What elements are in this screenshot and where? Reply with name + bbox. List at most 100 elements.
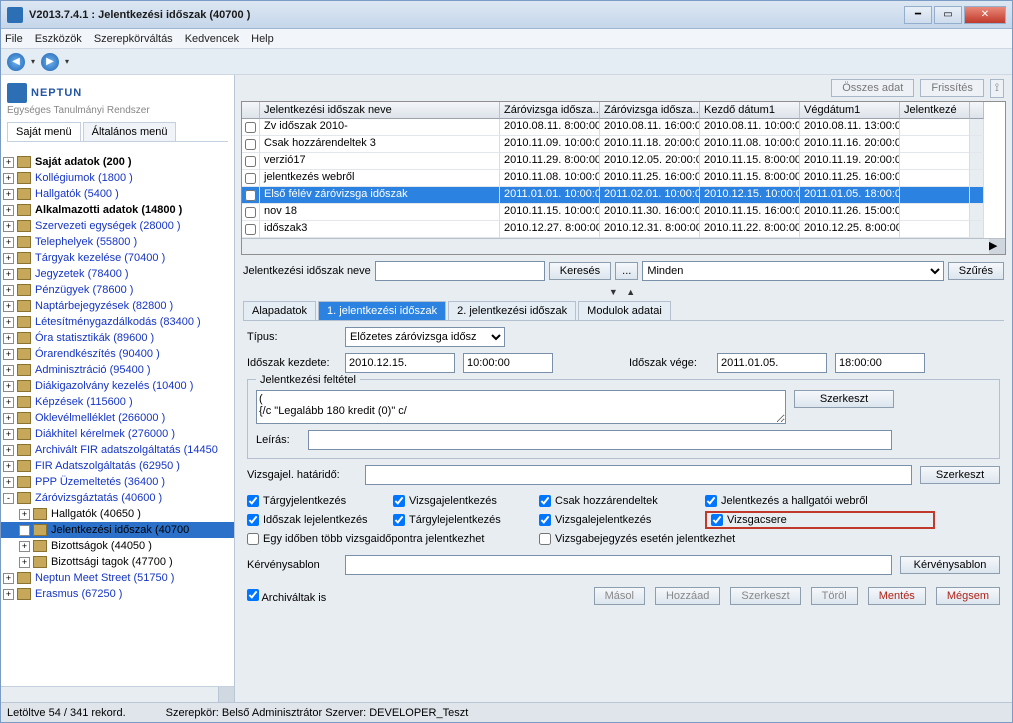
grid-header[interactable]: Végdátum1 [800, 102, 900, 119]
tree-item[interactable]: +Neptun Meet Street (51750 ) [1, 570, 234, 586]
row-checkbox[interactable] [245, 207, 256, 218]
row-checkbox[interactable] [245, 139, 256, 150]
expand-icon[interactable]: + [3, 253, 14, 264]
tree-item[interactable]: +Jegyzetek (78400 ) [1, 266, 234, 282]
tree-item[interactable]: +Jelentkezési időszak (40700 [1, 522, 234, 538]
tree-item[interactable]: +Adminisztráció (95400 ) [1, 362, 234, 378]
search-button[interactable]: Keresés [549, 262, 611, 280]
expand-icon[interactable]: + [3, 589, 14, 600]
table-row[interactable]: Csak hozzárendeltek 32010.11.09. 10:00:0… [242, 136, 1005, 153]
tree-item[interactable]: +Hallgatók (5400 ) [1, 186, 234, 202]
row-checkbox[interactable] [245, 224, 256, 235]
start-time-input[interactable] [463, 353, 553, 373]
tree-item[interactable]: +Pénzügyek (78600 ) [1, 282, 234, 298]
filter-button[interactable]: Szűrés [948, 262, 1004, 280]
table-row[interactable]: Első félév záróvizsga időszak2011.01.01.… [242, 187, 1005, 204]
all-data-button[interactable]: Összes adat [831, 79, 914, 97]
expand-icon[interactable]: + [3, 205, 14, 216]
expand-icon[interactable]: + [3, 333, 14, 344]
tree-item[interactable]: +Tárgyak kezelése (70400 ) [1, 250, 234, 266]
menu-role[interactable]: Szerepkörváltás [94, 33, 173, 45]
tree-item[interactable]: +Telephelyek (55800 ) [1, 234, 234, 250]
expand-icon[interactable]: + [3, 189, 14, 200]
collapse-toggle[interactable]: ▼ ▲ [235, 287, 1012, 297]
menu-fav[interactable]: Kedvencek [185, 33, 239, 45]
tree-item[interactable]: +Bizottsági tagok (47700 ) [1, 554, 234, 570]
chk-idoszaklejel[interactable]: Időszak lejelentkezés [247, 511, 387, 529]
chk-vizsgalejel[interactable]: Vizsgalejelentkezés [539, 511, 699, 529]
expand-icon[interactable]: + [3, 221, 14, 232]
tab-idoszak2[interactable]: 2. jelentkezési időszak [448, 301, 576, 320]
chk-csakhozza[interactable]: Csak hozzárendeltek [539, 495, 699, 507]
tpl-input[interactable] [345, 555, 892, 575]
menu-help[interactable]: Help [251, 33, 274, 45]
grid-header[interactable]: Kezdő dátum1 [700, 102, 800, 119]
save-button[interactable]: Mentés [868, 587, 926, 605]
tree-item[interactable]: +Órarendkészítés (90400 ) [1, 346, 234, 362]
grid-h-scroll[interactable] [242, 239, 989, 254]
expand-icon[interactable]: + [3, 173, 14, 184]
tab-modulok[interactable]: Modulok adatai [578, 301, 671, 320]
nav-back-button[interactable]: ◀ [7, 53, 25, 71]
tab-general-menu[interactable]: Általános menü [83, 122, 177, 141]
grid-header[interactable]: Záróvizsga idősza... [500, 102, 600, 119]
table-row[interactable]: időszak32010.12.27. 8:00:002010.12.31. 8… [242, 221, 1005, 238]
edit-button[interactable]: Szerkeszt [730, 587, 800, 605]
chk-targylejel[interactable]: Tárgylejelentkezés [393, 511, 533, 529]
tree-item[interactable]: +Kollégiumok (1800 ) [1, 170, 234, 186]
tree-item[interactable]: +Létesítménygazdálkodás (83400 ) [1, 314, 234, 330]
pin-button[interactable]: ⟟ [990, 79, 1004, 98]
tree-item[interactable]: +FIR Adatszolgáltatás (62950 ) [1, 458, 234, 474]
expand-icon[interactable]: + [19, 525, 30, 536]
table-row[interactable]: verzió172010.11.29. 8:00:002010.12.05. 2… [242, 153, 1005, 170]
tab-alapadatok[interactable]: Alapadatok [243, 301, 316, 320]
maximize-button[interactable]: ▭ [934, 6, 962, 24]
refresh-button[interactable]: Frissítés [920, 79, 984, 97]
grid-header[interactable]: Jelentkezé [900, 102, 970, 119]
copy-button[interactable]: Másol [594, 587, 645, 605]
expand-icon[interactable]: + [3, 157, 14, 168]
deadline-input[interactable] [365, 465, 912, 485]
desc-input[interactable] [308, 430, 892, 450]
expand-icon[interactable]: + [3, 301, 14, 312]
h-scrollbar[interactable] [1, 687, 218, 702]
expand-icon[interactable]: + [3, 413, 14, 424]
chk-webrol[interactable]: Jelentkezés a hallgatói webről [705, 495, 935, 507]
table-row[interactable]: jelentkezés webről2010.11.08. 10:00:0201… [242, 170, 1005, 187]
delete-button[interactable]: Töröl [811, 587, 858, 605]
expand-icon[interactable]: + [19, 541, 30, 552]
start-date-input[interactable] [345, 353, 455, 373]
nav-back-dd[interactable]: ▾ [31, 57, 35, 66]
table-row[interactable]: Zv időszak 2010-2010.08.11. 8:00:002010.… [242, 119, 1005, 136]
type-select[interactable]: Előzetes záróvizsga idősz [345, 327, 505, 347]
expand-icon[interactable]: + [3, 429, 14, 440]
expand-icon[interactable]: + [3, 269, 14, 280]
nav-fwd-dd[interactable]: ▾ [65, 57, 69, 66]
end-date-input[interactable] [717, 353, 827, 373]
tpl-button[interactable]: Kérvénysablon [900, 556, 1000, 574]
menu-file[interactable]: File [5, 33, 23, 45]
tree-item[interactable]: +PPP Üzemeltetés (36400 ) [1, 474, 234, 490]
nav-tree[interactable]: +Saját adatok (200 )+Kollégiumok (1800 )… [1, 150, 234, 686]
tree-item[interactable]: +Alkalmazotti adatok (14800 ) [1, 202, 234, 218]
tab-idoszak1[interactable]: 1. jelentkezési időszak [318, 301, 446, 320]
expand-icon[interactable]: + [3, 445, 14, 456]
tree-item[interactable]: +Diákhitel kérelmek (276000 ) [1, 426, 234, 442]
search-input[interactable] [375, 261, 545, 281]
chk-targyjel[interactable]: Tárgyjelentkezés [247, 495, 387, 507]
tree-item[interactable]: +Szervezeti egységek (28000 ) [1, 218, 234, 234]
expand-icon[interactable]: + [3, 381, 14, 392]
row-checkbox[interactable] [245, 156, 256, 167]
nav-fwd-button[interactable]: ▶ [41, 53, 59, 71]
expand-icon[interactable]: + [3, 477, 14, 488]
expand-icon[interactable]: + [3, 237, 14, 248]
tree-item[interactable]: +Óra statisztikák (89600 ) [1, 330, 234, 346]
table-row[interactable]: nov 182010.11.15. 10:00:02010.11.30. 16:… [242, 204, 1005, 221]
data-grid[interactable]: Jelentkezési időszak neveZáróvizsga idős… [241, 101, 1006, 255]
expand-icon[interactable]: + [19, 509, 30, 520]
expand-icon[interactable]: + [3, 317, 14, 328]
expand-icon[interactable]: + [3, 349, 14, 360]
tree-item[interactable]: +Bizottságok (44050 ) [1, 538, 234, 554]
expand-icon[interactable]: + [3, 285, 14, 296]
deadline-edit-button[interactable]: Szerkeszt [920, 466, 1000, 484]
